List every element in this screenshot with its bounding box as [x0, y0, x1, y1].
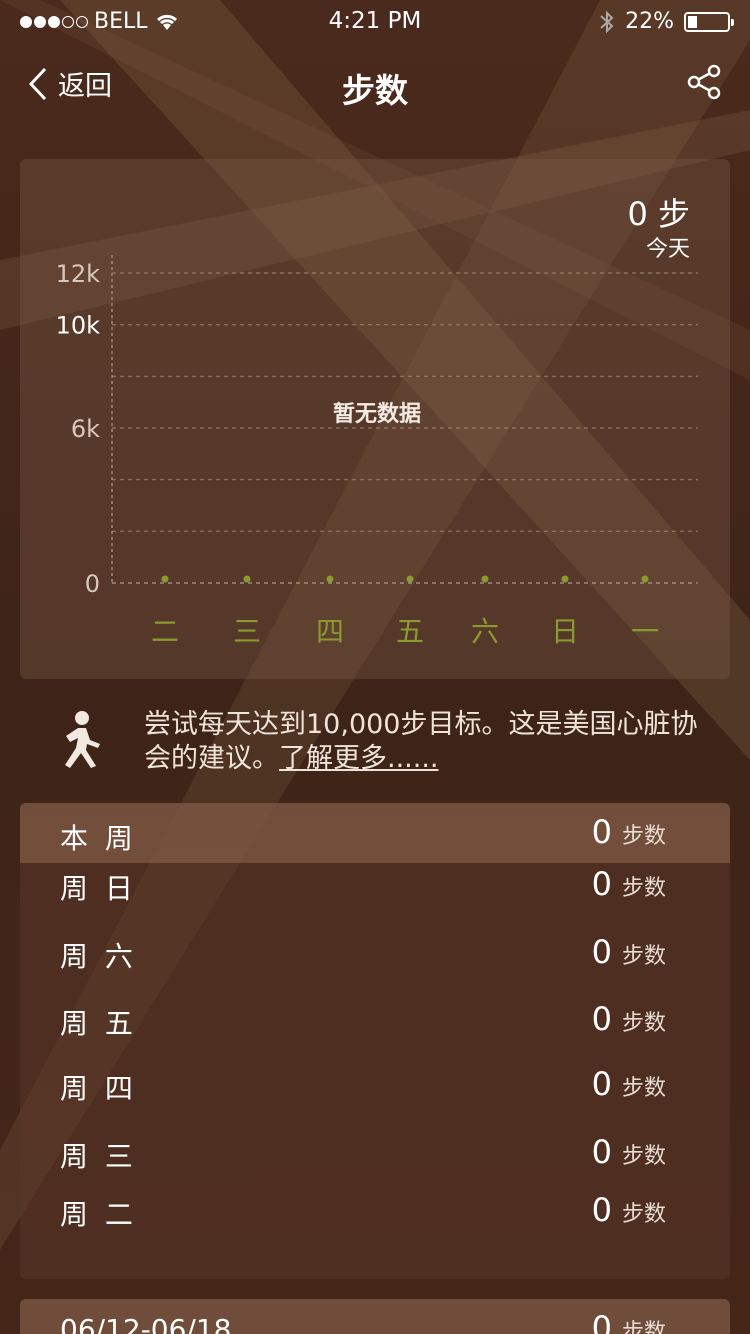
share-icon: [687, 64, 721, 100]
day-steps: 0: [591, 1133, 612, 1171]
day-row[interactable]: 周 四 0 步数: [20, 1065, 730, 1105]
day-value: 0 步数: [592, 1133, 666, 1171]
week-header-value: 0 步数: [592, 813, 666, 851]
battery-percent: 22%: [625, 9, 674, 34]
week-header-row[interactable]: 本 周 0 步数: [20, 803, 730, 863]
x-tick-label: 五: [396, 615, 424, 648]
x-tick-label: 三: [233, 615, 261, 648]
day-steps: 0: [591, 933, 612, 971]
previous-week-label: 06/12-06/18: [60, 1313, 232, 1334]
y-tick-label: 12k: [56, 260, 101, 288]
day-unit: 步数: [621, 944, 666, 969]
day-unit: 步数: [621, 1202, 666, 1227]
day-row[interactable]: 周 三 0 步数: [20, 1133, 730, 1173]
x-tick-label: 一: [631, 615, 659, 648]
day-value: 0 步数: [592, 1191, 666, 1229]
steps-chart: 12k 10k 6k 0 二 三 四 五 六 日 一 暂无数据: [56, 255, 698, 648]
previous-week-unit: 步数: [621, 1320, 666, 1334]
x-tick-label: 日: [551, 615, 579, 648]
data-point: [326, 575, 334, 583]
week-steps-list: 本 周 0 步数 周 日 0 步数周 六 0 步数周 五 0 步数周 四 0 步数周 三 0 步数周…: [20, 803, 730, 1279]
day-value: 0 步数: [592, 1000, 666, 1038]
day-steps: 0: [591, 1191, 612, 1229]
day-unit: 步数: [621, 1076, 666, 1101]
bluetooth-icon: [600, 10, 614, 33]
day-value: 0 步数: [592, 933, 666, 971]
data-point: [481, 575, 489, 583]
status-right: 22%: [599, 9, 734, 34]
day-unit: 步数: [621, 1011, 666, 1036]
status-bar: BELL 4:21 PM 22%: [0, 0, 750, 42]
day-label: 周 六: [60, 940, 137, 973]
week-total-unit: 步数: [621, 824, 666, 849]
y-tick-label: 10k: [56, 312, 101, 340]
day-steps: 0: [591, 1065, 612, 1103]
nav-bar: 返回 步数: [0, 56, 750, 112]
previous-week-steps: 0: [591, 1309, 612, 1334]
day-steps: 0: [591, 865, 612, 903]
data-point: [161, 575, 169, 583]
day-unit: 步数: [621, 1144, 666, 1169]
battery-icon: [684, 11, 734, 32]
steps-chart-card: 0 步 今天 12k 10k 6k 0 二三四五六日一暂无数据: [20, 159, 730, 679]
previous-week-value: 0 步数: [592, 1309, 666, 1334]
day-label: 周 五: [60, 1007, 137, 1040]
learn-more-link[interactable]: 了解更多......: [279, 743, 439, 774]
y-tick-label: 6k: [71, 415, 100, 443]
day-row[interactable]: 周 二 0 步数: [20, 1191, 730, 1231]
x-tick-label: 二: [151, 615, 179, 648]
tip-text: 尝试每天达到10,000步目标。这是美国心脏协会的建议。了解更多......: [144, 708, 714, 776]
day-label: 周 四: [60, 1072, 137, 1105]
day-steps: 0: [591, 1000, 612, 1038]
day-unit: 步数: [621, 876, 666, 901]
day-label: 周 二: [60, 1198, 137, 1231]
day-value: 0 步数: [592, 865, 666, 903]
day-label: 周 三: [60, 1140, 137, 1173]
data-point: [243, 575, 251, 583]
x-tick-label: 六: [471, 615, 499, 648]
data-point: [641, 575, 649, 583]
day-row[interactable]: 周 五 0 步数: [20, 1000, 730, 1040]
day-row[interactable]: 周 日 0 步数: [20, 865, 730, 905]
previous-week-row[interactable]: 06/12-06/18 0 步数: [20, 1299, 730, 1334]
data-point: [561, 575, 569, 583]
day-value: 0 步数: [592, 1065, 666, 1103]
walking-person-icon: [65, 711, 100, 768]
y-tick-label: 0: [85, 570, 100, 598]
week-header-label: 本 周: [60, 822, 137, 855]
share-button[interactable]: [686, 64, 722, 104]
empty-chart-message: 暂无数据: [333, 401, 421, 427]
day-row[interactable]: 周 六 0 步数: [20, 933, 730, 973]
day-label: 周 日: [60, 872, 137, 905]
x-tick-label: 四: [316, 615, 344, 648]
data-point: [406, 575, 414, 583]
week-total-steps: 0: [591, 813, 612, 851]
page-title: 步数: [342, 71, 408, 110]
